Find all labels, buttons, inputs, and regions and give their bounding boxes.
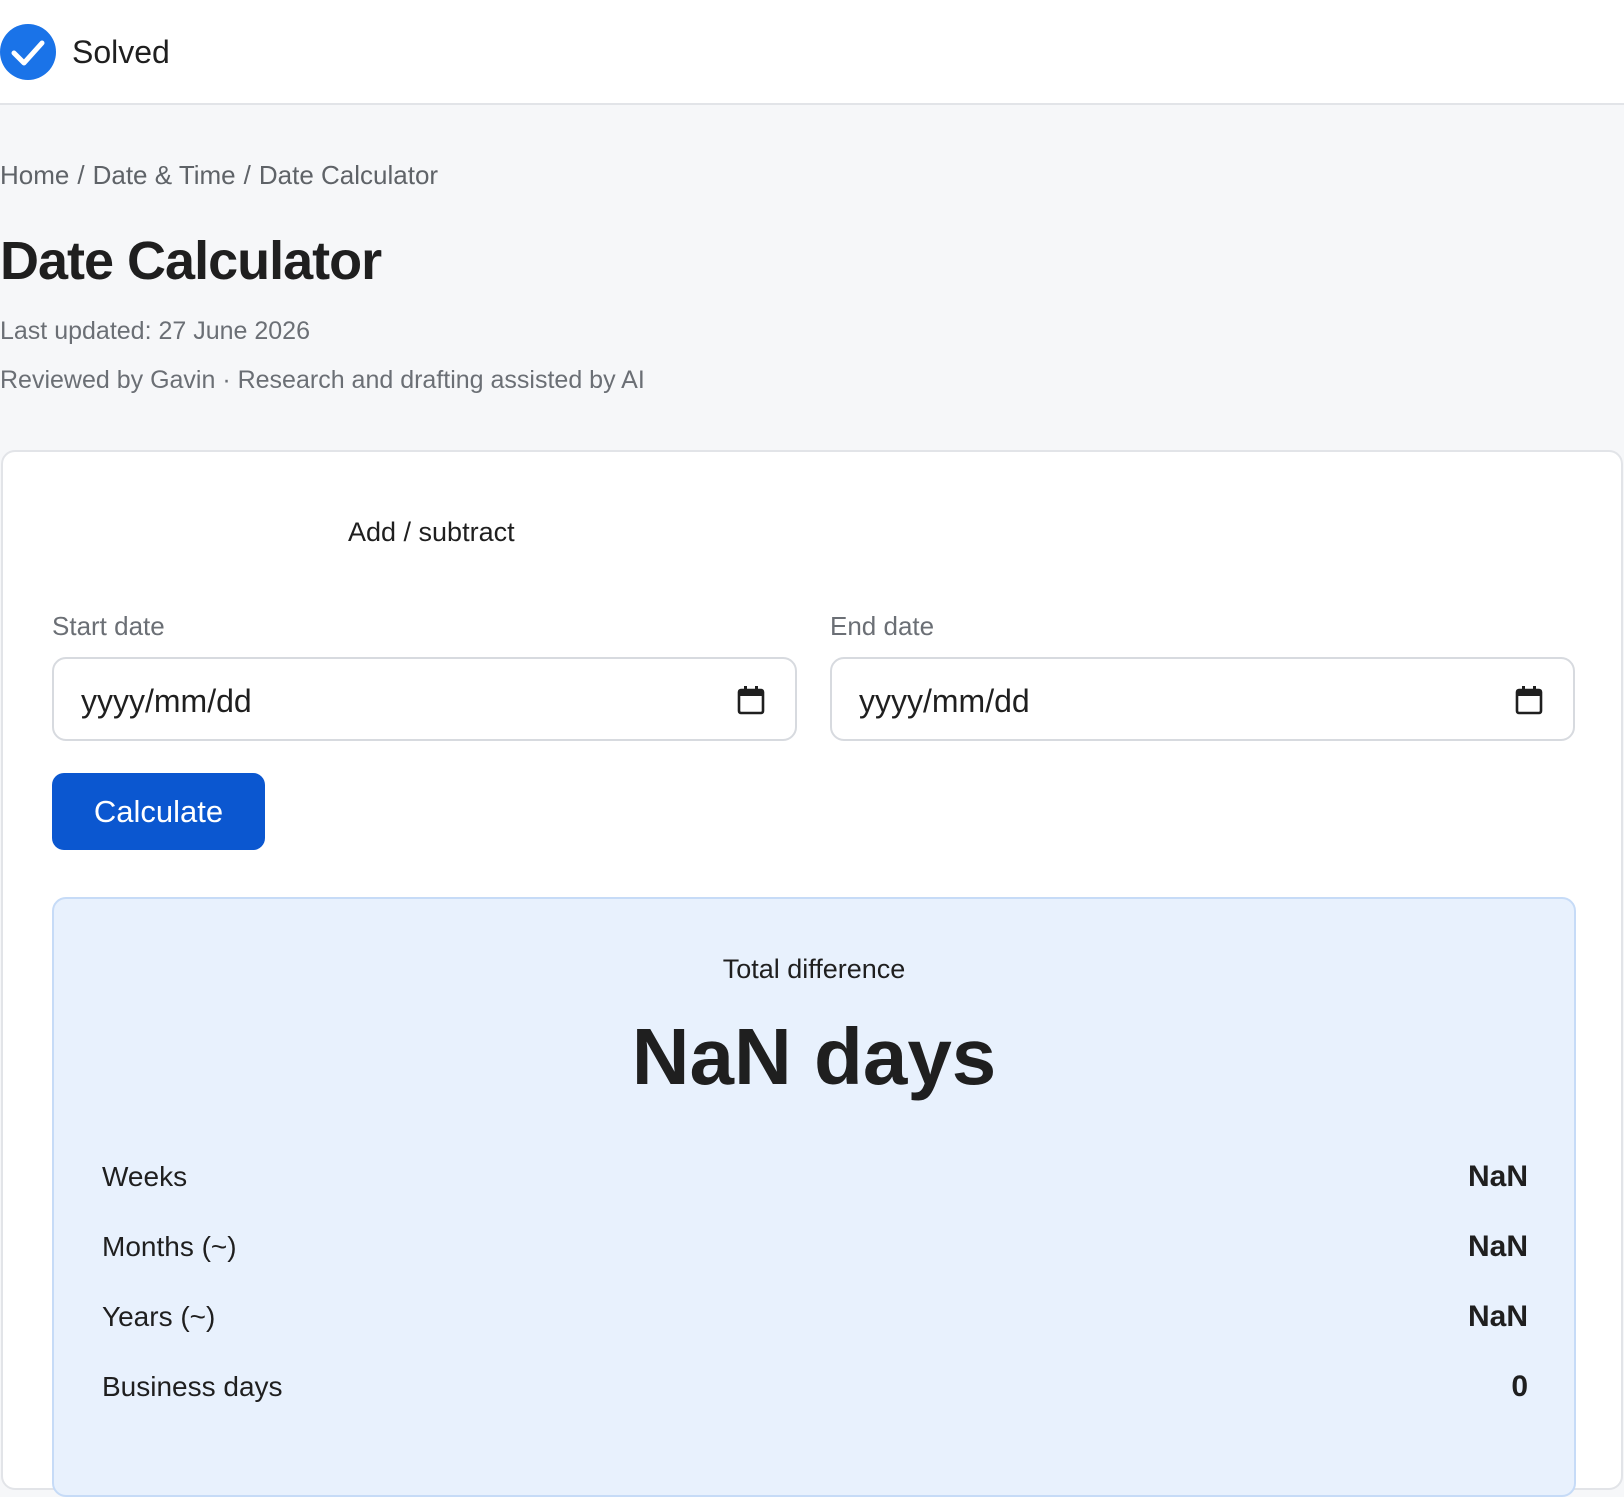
end-date-placeholder: yyyy/mm/dd [859, 683, 1030, 719]
calculator-card: Add / subtract Start date yyyy/mm/dd End… [1, 450, 1623, 1497]
status-label: Solved [72, 34, 170, 70]
result-row-weeks: Weeks NaN [102, 1157, 1528, 1197]
result-row-value: NaN [1467, 1300, 1528, 1333]
breadcrumb-current: Date Calculator [258, 160, 439, 190]
result-row-value: NaN [1467, 1160, 1528, 1193]
breadcrumb-date-time[interactable]: Date & Time [93, 160, 236, 190]
end-date-label: End date [830, 611, 935, 641]
result-row-months: Months (~) NaN [102, 1227, 1528, 1267]
breadcrumb-home[interactable]: Home [0, 160, 69, 190]
tab-add-subtract[interactable]: Add / subtract [348, 515, 515, 549]
page-title: Date Calculator [0, 231, 382, 291]
result-row-business-days: Business days 0 [102, 1367, 1528, 1407]
result-row-years: Years (~) NaN [102, 1297, 1528, 1337]
start-date-placeholder: yyyy/mm/dd [81, 683, 252, 719]
result-row-label: Weeks [102, 1161, 188, 1192]
calendar-icon[interactable] [737, 685, 765, 715]
calendar-icon[interactable] [1515, 685, 1543, 715]
breadcrumb-separator: / [77, 160, 85, 190]
result-row-label: Months (~) [102, 1231, 237, 1262]
reviewed-by: Reviewed by Gavin · Research and draftin… [0, 366, 645, 394]
result-panel: Total difference NaN days Weeks NaN Mont… [52, 897, 1576, 1497]
result-row-label: Years (~) [102, 1301, 216, 1332]
result-total: NaN days [631, 1012, 997, 1101]
end-date-input[interactable]: yyyy/mm/dd [830, 657, 1575, 741]
start-date-label: Start date [52, 611, 165, 641]
start-date-input[interactable]: yyyy/mm/dd [52, 657, 797, 741]
breadcrumb: Home / Date & Time / Date Calculator [0, 158, 438, 192]
calculate-button[interactable]: Calculate [52, 773, 265, 850]
last-updated: Last updated: 27 June 2026 [0, 317, 310, 345]
result-row-label: Business days [102, 1371, 283, 1402]
check-circle-icon [0, 24, 56, 80]
result-row-value: 0 [1511, 1370, 1528, 1403]
top-bar: Solved [0, 0, 1624, 105]
result-row-value: NaN [1467, 1230, 1528, 1263]
result-caption: Total difference [722, 954, 906, 984]
breadcrumb-separator: / [243, 160, 251, 190]
